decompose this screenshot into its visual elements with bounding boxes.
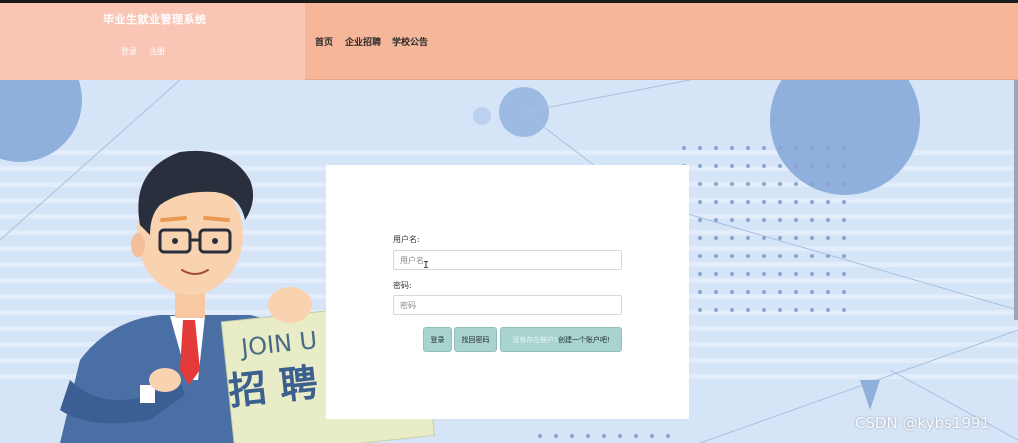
watermark: CSDN @kybs1991 <box>855 414 991 432</box>
brand-panel: 毕业生就业管理系统 登录 注册 <box>0 3 305 80</box>
nav-company-jobs[interactable]: 企业招聘 <box>345 35 381 48</box>
login-page: 毕业生就业管理系统 登录 注册 首页 企业招聘 学校公告 JOIN U 招 聘 … <box>0 0 1018 443</box>
create-account-button[interactable]: 没有存在账户? 创建一个账户吧! <box>500 327 622 352</box>
nav-school-notices[interactable]: 学校公告 <box>392 35 428 48</box>
create-account-link-text: 创建一个账户吧! <box>557 335 610 344</box>
site-header: 毕业生就业管理系统 登录 注册 首页 企业招聘 学校公告 <box>0 3 1018 80</box>
header-login-link[interactable]: 登录 <box>121 46 137 57</box>
nav-home[interactable]: 首页 <box>315 35 333 48</box>
sign-text-cn: 招 聘 <box>226 360 319 413</box>
login-button[interactable]: 登录 <box>423 327 452 352</box>
page-scrollbar[interactable] <box>1014 80 1018 320</box>
forgot-password-button[interactable]: 找回密码 <box>454 327 497 352</box>
header-register-link[interactable]: 注册 <box>149 46 165 57</box>
username-label: 用户名: <box>393 235 420 244</box>
text-cursor-icon: I <box>423 260 430 271</box>
password-label: 密码: <box>393 281 412 290</box>
site-title: 毕业生就业管理系统 <box>103 13 207 26</box>
login-card: 用户名: 密码: 登录 找回密码 没有存在账户?创建一个账户吧! <box>326 165 689 419</box>
password-input[interactable] <box>393 295 622 315</box>
no-account-text: 没有存在账户? <box>512 335 558 344</box>
